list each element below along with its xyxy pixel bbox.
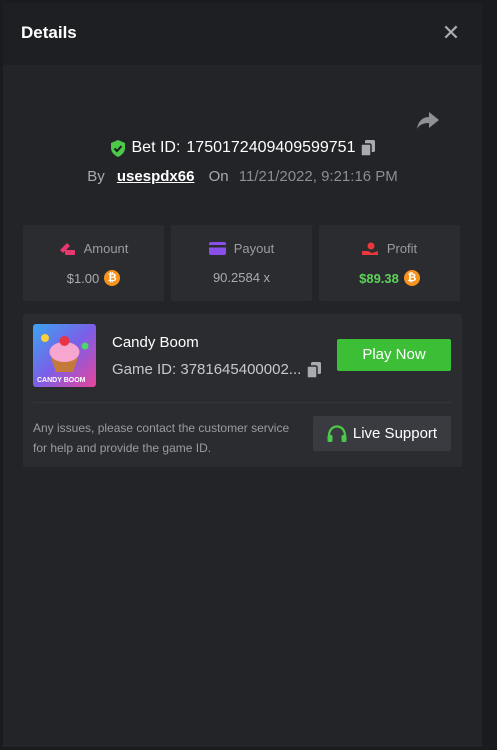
payout-card: Payout 90.2584 x bbox=[171, 225, 312, 301]
game-card: CANDY BOOM Candy Boom Game ID: 378164540… bbox=[23, 314, 462, 467]
modal-header: Details ✕ bbox=[3, 3, 482, 65]
amount-icon bbox=[59, 242, 75, 255]
modal-title: Details bbox=[21, 23, 77, 42]
username-link[interactable]: usespdx66 bbox=[117, 168, 195, 185]
bet-id-value: 1750172409409599751 bbox=[186, 139, 356, 156]
card-icon bbox=[208, 242, 226, 255]
background: Details ✕ Bet ID: 1750172409409599751 By… bbox=[0, 0, 497, 750]
support-note: Any issues, please contact the customer … bbox=[33, 421, 290, 455]
payout-value: 90.2584 x bbox=[212, 270, 271, 285]
live-support-button[interactable]: Live Support bbox=[313, 416, 451, 451]
headset-icon bbox=[327, 424, 347, 442]
amount-value: $1.00 bbox=[66, 270, 100, 286]
thumbnail-brand-text: CANDY BOOM bbox=[37, 377, 86, 384]
on-label: On bbox=[208, 168, 229, 185]
game-thumbnail[interactable]: CANDY BOOM bbox=[33, 324, 96, 387]
verified-shield-icon bbox=[110, 139, 125, 157]
amount-label: Amount bbox=[83, 241, 129, 256]
bet-meta-row: By usespdx66 On 11/21/2022, 9:21:16 PM bbox=[3, 168, 482, 185]
profit-value: $89.38 bbox=[359, 270, 399, 286]
game-id-row: Game ID: 3781645400002... bbox=[112, 361, 322, 378]
profit-label: Profit bbox=[386, 241, 418, 256]
profit-icon bbox=[361, 242, 378, 255]
by-label: By bbox=[87, 168, 105, 185]
close-icon[interactable]: ✕ bbox=[441, 22, 461, 44]
game-name: Candy Boom bbox=[112, 334, 199, 351]
game-id: Game ID: 3781645400002... bbox=[112, 361, 302, 378]
payout-label: Payout bbox=[233, 241, 275, 256]
bet-id-row: Bet ID: 1750172409409599751 bbox=[3, 139, 482, 162]
copy-icon[interactable] bbox=[307, 361, 322, 378]
bet-date: 11/21/2022, 9:21:16 PM bbox=[238, 168, 398, 185]
live-support-label: Live Support bbox=[352, 425, 438, 442]
divider bbox=[33, 402, 452, 403]
bitcoin-icon: ₿ bbox=[403, 270, 420, 286]
bet-id-label: Bet ID: bbox=[131, 139, 181, 156]
details-modal: Details ✕ Bet ID: 1750172409409599751 By… bbox=[3, 3, 482, 747]
play-now-button[interactable]: Play Now bbox=[337, 339, 451, 371]
copy-icon[interactable] bbox=[361, 140, 376, 156]
profit-card: Profit $89.38 ₿ bbox=[319, 225, 460, 301]
share-icon[interactable] bbox=[415, 108, 441, 132]
amount-card: Amount $1.00 ₿ bbox=[23, 225, 164, 301]
bitcoin-icon: ₿ bbox=[104, 270, 121, 286]
